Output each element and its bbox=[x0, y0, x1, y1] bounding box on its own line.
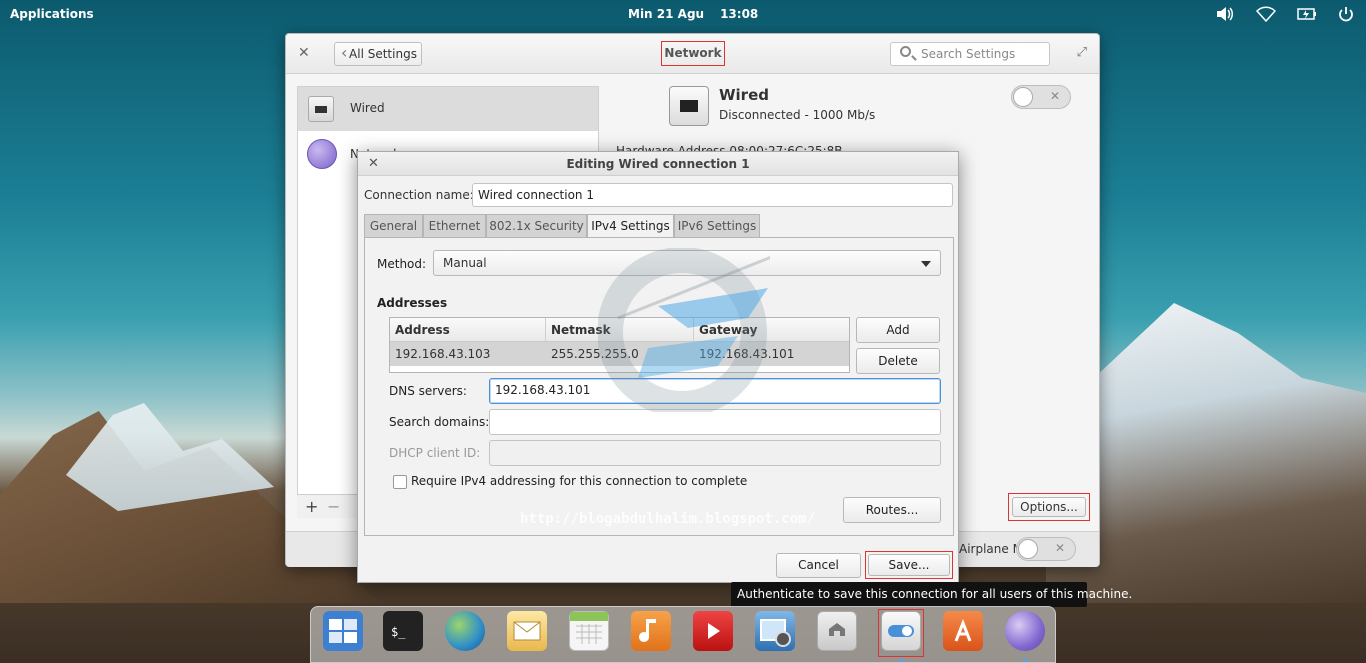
settings-headerbar: ✕ All Settings Network Search Settings ⤢ bbox=[286, 34, 1099, 74]
web-browser-icon[interactable] bbox=[445, 611, 485, 651]
search-domains-field[interactable] bbox=[489, 409, 941, 435]
addresses-heading: Addresses bbox=[377, 296, 448, 310]
calendar-icon[interactable] bbox=[569, 611, 609, 651]
cell-address[interactable]: 192.168.43.103 bbox=[390, 342, 490, 366]
switch-knob bbox=[1018, 539, 1038, 559]
save-button[interactable]: Save... bbox=[868, 554, 950, 576]
switch-off-icon: ✕ bbox=[1054, 541, 1065, 555]
dns-servers-label: DNS servers: bbox=[389, 384, 467, 398]
svg-text:$_: $_ bbox=[391, 625, 406, 639]
all-settings-button[interactable]: All Settings bbox=[334, 42, 422, 66]
close-icon[interactable]: ✕ bbox=[368, 156, 379, 171]
switch-off-icon: ✕ bbox=[1049, 89, 1060, 103]
volume-icon[interactable] bbox=[1216, 6, 1234, 26]
terminal-icon[interactable]: $_ bbox=[383, 611, 423, 651]
method-label: Method: bbox=[377, 257, 427, 271]
page-title: Network bbox=[661, 41, 725, 66]
tab-ipv6-settings[interactable]: IPv6 Settings bbox=[674, 214, 760, 238]
sidebar-item-wired[interactable]: Wired bbox=[298, 87, 598, 131]
search-domains-label: Search domains: bbox=[389, 415, 490, 429]
close-icon[interactable]: ✕ bbox=[298, 45, 310, 61]
column-header-address[interactable]: Address bbox=[390, 318, 546, 342]
chevron-down-icon bbox=[921, 261, 931, 267]
videos-icon[interactable] bbox=[693, 611, 733, 651]
files-icon[interactable] bbox=[817, 611, 857, 651]
power-icon[interactable] bbox=[1338, 6, 1354, 26]
running-indicator bbox=[899, 658, 903, 662]
delete-address-button[interactable]: Delete bbox=[856, 348, 940, 374]
connection-name-label: Connection name: bbox=[364, 188, 474, 202]
globe-icon bbox=[307, 139, 337, 169]
tab-8021x-security[interactable]: 802.1x Security bbox=[486, 214, 587, 238]
device-status: Disconnected - 1000 Mb/s bbox=[719, 108, 876, 122]
add-address-button[interactable]: Add bbox=[856, 317, 940, 343]
require-ipv4-checkbox[interactable] bbox=[393, 475, 407, 489]
clock-time: 13:08 bbox=[720, 7, 759, 21]
connection-name-field[interactable]: Wired connection 1 bbox=[472, 183, 953, 207]
multitasking-view-icon[interactable] bbox=[323, 611, 363, 651]
save-tooltip: Authenticate to save this connection for… bbox=[731, 582, 1132, 607]
system-settings-icon[interactable] bbox=[881, 611, 921, 651]
tab-ethernet[interactable]: Ethernet bbox=[423, 214, 486, 238]
search-placeholder: Search Settings bbox=[921, 47, 1016, 61]
dialog-title: Editing Wired connection 1 bbox=[358, 152, 958, 176]
clock-date: Min 21 Agu bbox=[628, 7, 705, 21]
photos-icon[interactable] bbox=[755, 611, 795, 651]
remove-connection-button[interactable]: − bbox=[327, 497, 340, 516]
music-icon[interactable] bbox=[631, 611, 671, 651]
running-indicator bbox=[1023, 658, 1027, 662]
ethernet-icon bbox=[669, 86, 709, 126]
mail-icon[interactable] bbox=[507, 611, 547, 651]
dhcp-client-id-label: DHCP client ID: bbox=[389, 446, 481, 460]
blog-url-watermark: http://blogabdulhalim.blogspot.com/ bbox=[520, 511, 816, 527]
tab-general[interactable]: General bbox=[364, 214, 423, 238]
cancel-button[interactable]: Cancel bbox=[776, 553, 861, 578]
dock: $_ bbox=[310, 606, 1056, 663]
app-center-icon[interactable] bbox=[943, 611, 983, 651]
airplane-mode-switch[interactable]: ✕ bbox=[1016, 537, 1076, 561]
sidebar-item-label: Wired bbox=[350, 101, 385, 115]
top-panel: Applications Min 21 Agu 13:08 bbox=[0, 0, 1366, 28]
require-ipv4-label[interactable]: Require IPv4 addressing for this connect… bbox=[411, 474, 747, 488]
switch-knob bbox=[1013, 87, 1033, 107]
applications-menu[interactable]: Applications bbox=[10, 7, 94, 21]
ethernet-icon bbox=[308, 96, 334, 122]
add-connection-button[interactable]: + bbox=[305, 497, 318, 516]
device-title: Wired bbox=[719, 86, 769, 104]
method-value: Manual bbox=[443, 256, 487, 270]
network-globe-icon[interactable] bbox=[1005, 611, 1045, 651]
save-button-highlight: Save... bbox=[865, 551, 953, 579]
dhcp-client-id-field[interactable] bbox=[489, 440, 941, 466]
clock[interactable]: Min 21 Agu 13:08 bbox=[628, 7, 774, 21]
battery-icon[interactable] bbox=[1297, 6, 1317, 26]
search-icon bbox=[900, 46, 911, 57]
options-button-highlight: Options... bbox=[1008, 493, 1090, 521]
search-input[interactable]: Search Settings bbox=[890, 42, 1050, 66]
device-enable-switch[interactable]: ✕ bbox=[1011, 85, 1071, 109]
wifi-icon[interactable] bbox=[1255, 6, 1277, 26]
tab-ipv4-settings[interactable]: IPv4 Settings bbox=[587, 214, 674, 239]
maximize-icon[interactable]: ⤢ bbox=[1077, 45, 1087, 60]
blog-logo-watermark bbox=[598, 248, 770, 412]
options-button[interactable]: Options... bbox=[1012, 497, 1086, 517]
routes-button[interactable]: Routes... bbox=[843, 497, 941, 523]
